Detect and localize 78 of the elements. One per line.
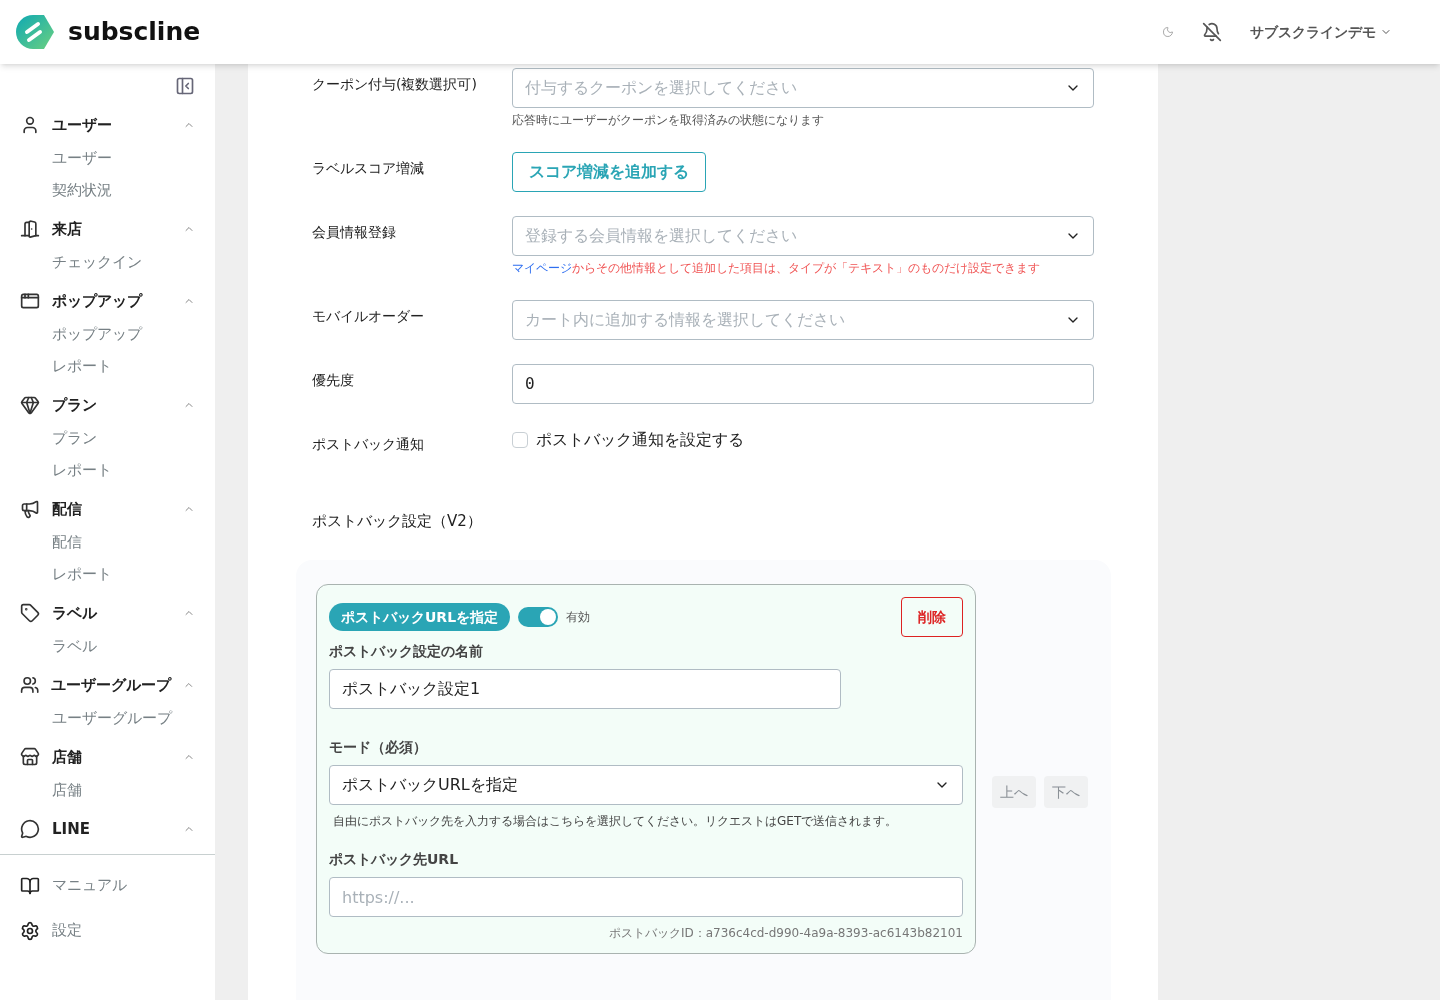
sidebar-footer-link[interactable]: 設定 — [20, 908, 195, 953]
sidebar-item[interactable]: レポート — [20, 454, 195, 486]
field-label: 優先度 — [312, 371, 355, 390]
collapse-sidebar-icon[interactable] — [175, 76, 195, 96]
checkbox[interactable] — [512, 432, 528, 448]
sidebar-group[interactable]: プラン — [20, 388, 195, 422]
book-icon — [20, 875, 40, 896]
sidebar-group[interactable]: ユーザー — [20, 108, 195, 142]
add-score-button[interactable]: スコア増減を追加する — [512, 152, 706, 192]
help-text: 自由にポストバック先を入力する場合はこちらを選択してください。リクエストはGETで送信されます。 — [333, 813, 899, 829]
user-icon — [20, 115, 40, 135]
sidebar-group[interactable]: 店舗 — [20, 740, 195, 774]
select-field[interactable]: カート内に追加する情報を選択してください — [512, 300, 1094, 340]
sidebar-group[interactable]: ポップアップ — [20, 284, 195, 318]
chat-bubble-icon — [20, 819, 40, 839]
sidebar-group-label: ユーザーグループ — [51, 674, 172, 696]
select-field[interactable]: ポストバックURLを指定 — [329, 765, 963, 805]
sidebar-group-label: プラン — [52, 394, 98, 416]
sidebar-item[interactable]: 配信 — [20, 526, 195, 558]
toggle-label: 有効 — [566, 609, 591, 625]
mode-badge: ポストバックURLを指定 — [329, 603, 511, 631]
select-field[interactable]: 付与するクーポンを選択してください — [512, 68, 1094, 108]
name-input[interactable]: ポストバック設定1 — [329, 669, 841, 709]
store-icon — [20, 747, 40, 767]
field-label: クーポン付与(複数選択可) — [312, 75, 478, 94]
postback-id-text: ポストバックID：a736c4cd-d990-4a9a-8393-ac6143b82101 — [608, 925, 963, 941]
sidebar-group-label: 来店 — [52, 218, 83, 240]
section-title: ポストバック設定（V2） — [312, 510, 483, 532]
sidebar-item[interactable]: 店舗 — [20, 774, 195, 806]
sidebar-item[interactable]: ポップアップ — [20, 318, 195, 350]
help-text: マイページからその他情報として追加した項目は、タイプが「テキスト」のものだけ設定できます — [512, 260, 1041, 276]
priority-input[interactable]: 0 — [512, 364, 1094, 404]
door-icon — [20, 219, 40, 239]
bell-off-icon[interactable] — [1202, 22, 1222, 42]
sidebar-group-label: ポップアップ — [52, 290, 144, 312]
sidebar-group-label: ラベル — [52, 602, 98, 624]
sidebar-group-label: ユーザー — [52, 114, 113, 136]
checkbox-label[interactable]: ポストバック通知を設定する — [536, 428, 744, 452]
field-label: ラベルスコア増減 — [312, 159, 425, 178]
account-menu[interactable]: サブスクラインデモ — [1250, 22, 1392, 42]
sidebar-group[interactable]: ラベル — [20, 596, 195, 630]
megaphone-icon — [20, 499, 40, 519]
logo-text: subscline — [68, 16, 201, 49]
field-label: モバイルオーダー — [312, 307, 425, 326]
logo-icon — [16, 15, 56, 49]
moon-icon[interactable] — [1162, 26, 1174, 38]
field-label: 会員情報登録 — [312, 223, 397, 242]
field-label: ポストバック設定の名前 — [329, 642, 484, 661]
sidebar-group-label: 配信 — [52, 498, 83, 520]
sidebar-group-label: LINE — [52, 818, 91, 840]
gem-icon — [20, 395, 40, 415]
sidebar-item[interactable]: レポート — [20, 350, 195, 382]
sidebar-item[interactable]: チェックイン — [20, 246, 195, 278]
sidebar-item[interactable]: 契約状況 — [20, 174, 195, 206]
delete-button[interactable]: 削除 — [901, 597, 963, 637]
sidebar-group-label: 店舗 — [52, 746, 83, 768]
sidebar-footer-link[interactable]: マニュアル — [20, 863, 195, 908]
sidebar-item[interactable]: レポート — [20, 558, 195, 590]
tag-icon — [20, 603, 40, 623]
sidebar-group[interactable]: ユーザーグループ — [20, 668, 195, 702]
users-icon — [20, 675, 40, 695]
field-label: ポストバック通知 — [312, 435, 425, 454]
sidebar-group[interactable]: LINE — [20, 812, 195, 846]
settings-icon — [20, 920, 40, 941]
toggle-switch[interactable] — [518, 607, 559, 627]
sidebar-item[interactable]: ユーザー — [20, 142, 195, 174]
field-label: ポストバック先URL — [329, 850, 460, 869]
url-input[interactable]: https://... — [329, 877, 963, 917]
field-label: モード（必須） — [329, 738, 428, 757]
sidebar-group[interactable]: 配信 — [20, 492, 195, 526]
help-text: 応答時にユーザーがクーポンを取得済みの状態になります — [512, 112, 825, 128]
window-icon — [20, 291, 40, 311]
mypage-link[interactable]: マイページ — [512, 261, 572, 275]
sidebar-item[interactable]: ユーザーグループ — [20, 702, 195, 734]
select-field[interactable]: 登録する会員情報を選択してください — [512, 216, 1094, 256]
sidebar-item[interactable]: プラン — [20, 422, 195, 454]
sidebar-group[interactable]: 来店 — [20, 212, 195, 246]
sidebar-item[interactable]: ラベル — [20, 630, 195, 662]
